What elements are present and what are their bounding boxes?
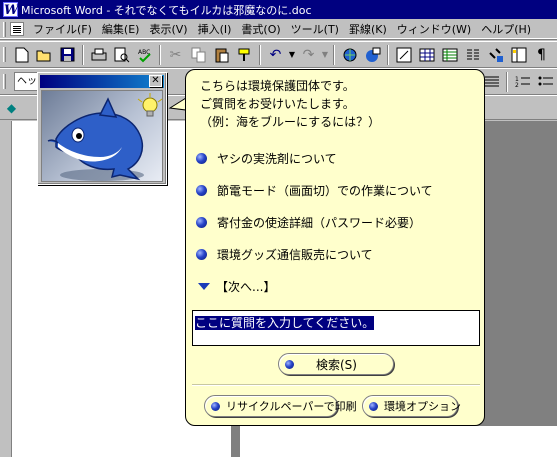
window-title: Microsoft Word - それでなくてもイルカは邪魔なのに.doc: [21, 3, 312, 17]
print-preview-icon[interactable]: [110, 44, 133, 66]
columns-icon[interactable]: [461, 44, 484, 66]
show-hide-icon[interactable]: ¶: [530, 44, 553, 66]
topic-label: 環境グッズ通信販売について: [217, 248, 373, 262]
menu-tools[interactable]: ツール(T): [286, 20, 344, 39]
numbering-icon[interactable]: 12: [511, 71, 534, 93]
tables-borders-icon[interactable]: [392, 44, 415, 66]
menu-format[interactable]: 書式(O): [236, 20, 285, 39]
topic-label: ヤシの実洗剤について: [217, 152, 337, 166]
assistant-view[interactable]: [41, 90, 163, 182]
bullet-icon: [196, 153, 207, 164]
menu-file[interactable]: ファイル(F): [28, 20, 97, 39]
vertical-ruler: [0, 121, 12, 457]
search-button[interactable]: 検索(S): [278, 353, 394, 375]
bullet-icon: [285, 359, 294, 369]
menu-bar: ファイル(F) 編集(E) 表示(V) 挿入(I) 書式(O) ツール(T) 罫…: [0, 19, 557, 40]
toolbar-separator: [159, 44, 161, 65]
cut-icon[interactable]: ✂: [164, 44, 187, 66]
insert-hyperlink-icon[interactable]: [338, 44, 361, 66]
topic-label: 節電モード（画面切）での作業について: [217, 184, 433, 198]
intro-line: ご質問をお受けいたします。: [200, 97, 355, 111]
redo-dropdown-icon[interactable]: ▼: [320, 44, 330, 66]
toolbar-separator: [259, 44, 261, 65]
close-icon[interactable]: ✕: [149, 75, 162, 87]
menu-table[interactable]: 罫線(K): [344, 20, 392, 39]
insert-excel-icon[interactable]: [438, 44, 461, 66]
search-label: 検索(S): [316, 357, 357, 372]
save-icon[interactable]: [56, 44, 79, 66]
balloon-intro: こちらは環境保護団体です。 ご質問をお受けいたします。 （例：海をブルーにするに…: [200, 77, 380, 131]
intro-line: （例：海をブルーにするには？）: [200, 115, 381, 129]
topic-item[interactable]: ヤシの実洗剤について: [196, 150, 337, 167]
topic-item[interactable]: 節電モード（画面切）での作業について: [196, 182, 433, 199]
open-folder-icon[interactable]: [33, 44, 56, 66]
drawing-icon[interactable]: [484, 44, 507, 66]
new-document-icon[interactable]: [10, 44, 33, 66]
paste-icon[interactable]: [210, 44, 233, 66]
intro-line: こちらは環境保護団体です。: [200, 79, 355, 93]
assistant-title-bar[interactable]: ✕: [40, 75, 164, 88]
question-input[interactable]: ここに質問を入力してください。: [192, 310, 480, 346]
menubar-grip[interactable]: [3, 21, 6, 37]
bullet-icon: [369, 401, 378, 411]
menu-help[interactable]: ヘルプ(H): [476, 20, 536, 39]
copy-icon[interactable]: [187, 44, 210, 66]
toolbar-separator: [387, 44, 389, 65]
dolphin-icon[interactable]: [42, 91, 163, 182]
undo-dropdown-icon[interactable]: ▼: [287, 44, 297, 66]
bullet-icon: [196, 217, 207, 228]
menu-window[interactable]: ウィンドウ(W): [392, 20, 476, 39]
separator: [192, 384, 480, 386]
assistant-balloon: こちらは環境保護団体です。 ご質問をお受けいたします。 （例：海をブルーにするに…: [185, 69, 485, 426]
options-label: 環境オプション: [384, 400, 461, 413]
undo-icon[interactable]: ↶: [264, 44, 287, 66]
document-map-icon[interactable]: [507, 44, 530, 66]
menu-view[interactable]: 表示(V): [144, 20, 192, 39]
spelling-icon[interactable]: ABC: [133, 44, 156, 66]
toolbar-separator: [506, 71, 508, 92]
next-link[interactable]: 【次へ...】: [198, 278, 275, 295]
topic-label: 寄付金の使途詳細（パスワード必要）: [217, 216, 422, 230]
menu-edit[interactable]: 編集(E): [97, 20, 145, 39]
eco-options-button[interactable]: 環境オプション: [362, 395, 461, 417]
tab-selector-icon[interactable]: ◆: [0, 97, 23, 119]
bullet-icon: [211, 401, 220, 411]
web-toolbar-icon[interactable]: [361, 44, 384, 66]
word-app-icon[interactable]: W: [3, 2, 19, 18]
format-painter-icon[interactable]: [233, 44, 256, 66]
print-label: リサイクルペーパーで印刷: [226, 400, 357, 413]
question-text: ここに質問を入力してください。: [195, 316, 375, 330]
bullet-icon: [196, 249, 207, 260]
next-label: 【次へ...】: [216, 280, 276, 294]
standard-toolbar: ABC ✂ ↶ ▼ ↷ ▼ ¶: [0, 41, 557, 68]
topic-item[interactable]: 寄付金の使途詳細（パスワード必要）: [196, 214, 421, 231]
print-icon[interactable]: [87, 44, 110, 66]
insert-table-icon[interactable]: [415, 44, 438, 66]
toolbar-separator: [82, 44, 84, 65]
document-page-right[interactable]: [240, 426, 557, 457]
title-bar: W Microsoft Word - それでなくてもイルカは邪魔なのに.doc: [0, 0, 557, 19]
print-recycled-button[interactable]: リサイクルペーパーで印刷: [204, 395, 357, 417]
menu-insert[interactable]: 挿入(I): [193, 20, 237, 39]
document-menu-icon[interactable]: [10, 22, 24, 36]
toolbar-grip[interactable]: [3, 74, 6, 89]
triangle-down-icon: [198, 283, 210, 290]
office-assistant-window[interactable]: ✕: [37, 72, 167, 185]
toolbar-separator: [333, 44, 335, 65]
svg-text:2: 2: [515, 82, 519, 89]
bullet-icon: [196, 185, 207, 196]
topic-item[interactable]: 環境グッズ通信販売について: [196, 246, 373, 263]
toolbar-grip[interactable]: [3, 47, 6, 62]
bullets-icon[interactable]: [534, 71, 557, 93]
redo-icon[interactable]: ↷: [297, 44, 320, 66]
